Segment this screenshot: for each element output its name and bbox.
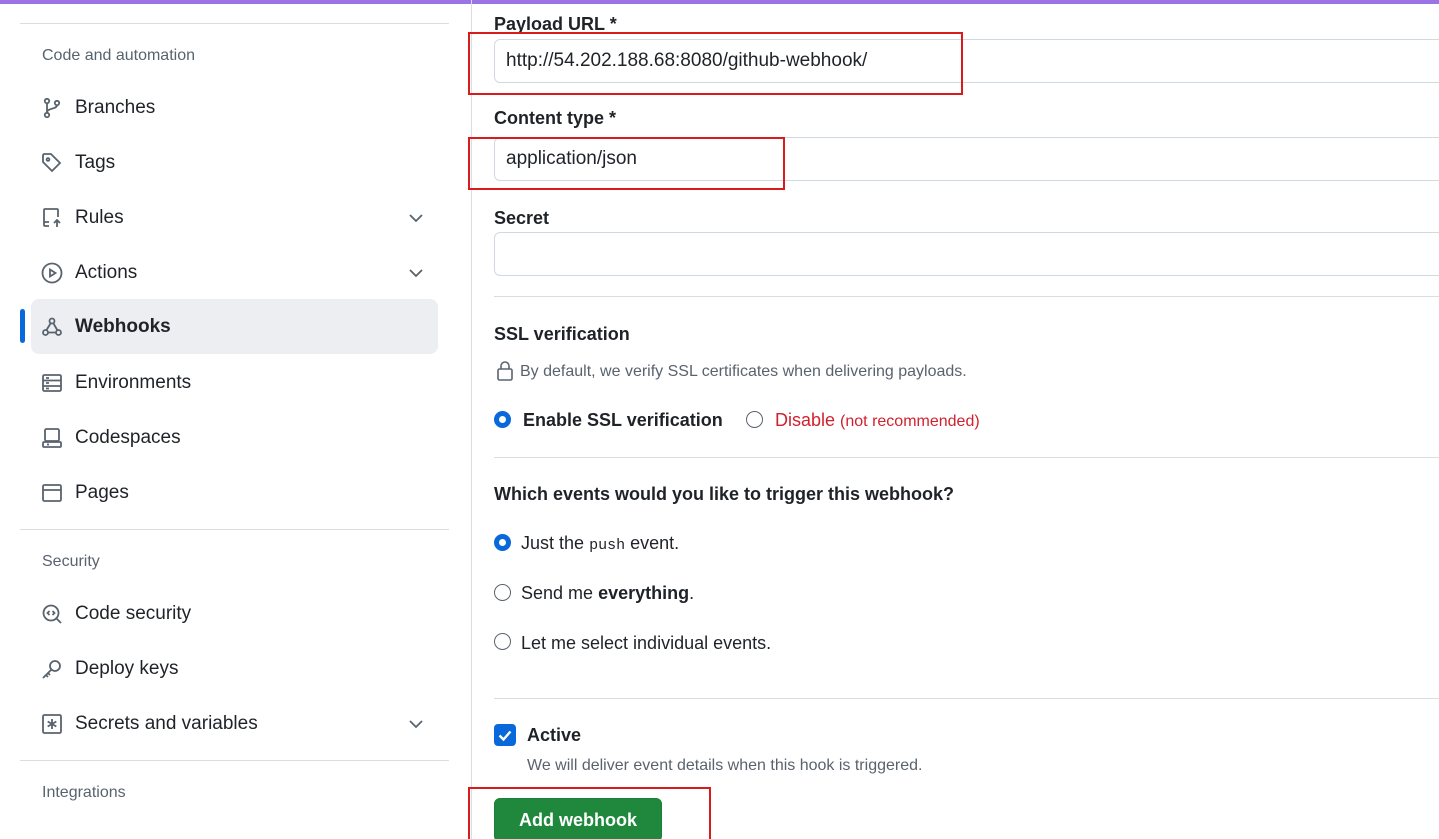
- sidebar-item-actions[interactable]: Actions: [31, 245, 438, 300]
- sidebar-item-branches[interactable]: Branches: [31, 80, 438, 135]
- ssl-heading: SSL verification: [494, 324, 630, 344]
- sidebar-item-label: Branches: [75, 96, 156, 118]
- active-checkbox[interactable]: [494, 724, 516, 746]
- events-push-label[interactable]: Just the push event.: [521, 533, 679, 554]
- sidebar-item-label: Codespaces: [75, 426, 181, 448]
- sidebar-item-label: Code security: [75, 602, 192, 624]
- section-divider: [494, 698, 1439, 699]
- content-type-label: Content type *: [494, 108, 617, 128]
- sidebar-item-webhooks[interactable]: Webhooks: [31, 299, 438, 354]
- sidebar-item-code-security[interactable]: Code security: [31, 586, 438, 641]
- events-push-radio[interactable]: [494, 534, 511, 551]
- play-icon: [40, 261, 64, 285]
- events-everything-text: .: [689, 583, 695, 603]
- lock-icon: [496, 360, 514, 382]
- events-push-text: Just the: [521, 533, 585, 553]
- secret-label: Secret: [494, 208, 550, 228]
- section-divider: [494, 296, 1439, 297]
- active-label[interactable]: Active: [527, 725, 581, 746]
- sidebar-divider: [20, 529, 449, 530]
- highlight-box: [468, 137, 785, 190]
- events-everything-radio[interactable]: [494, 584, 511, 601]
- tag-icon: [40, 151, 64, 175]
- ssl-enable-radio[interactable]: [494, 411, 511, 428]
- sidebar-item-environments[interactable]: Environments: [31, 355, 438, 410]
- ssl-note: By default, we verify SSL certificates w…: [520, 363, 967, 380]
- sidebar-item-codespaces[interactable]: Codespaces: [31, 410, 438, 465]
- events-heading: Which events would you like to trigger t…: [494, 484, 955, 504]
- sidebar-item-label: Secrets and variables: [75, 712, 258, 734]
- ssl-disable-label[interactable]: Disable (not recommended): [775, 410, 980, 431]
- sidebar-item-secrets-variables[interactable]: Secrets and variables: [31, 696, 438, 751]
- sidebar-heading-security: Security: [42, 553, 100, 570]
- sidebar-item-rules[interactable]: Rules: [31, 190, 438, 245]
- browser-icon: [40, 481, 64, 505]
- repo-push-icon: [40, 206, 64, 230]
- sidebar-heading-integrations: Integrations: [42, 784, 126, 801]
- highlight-box: [468, 787, 711, 839]
- webhook-form: Payload URL * http://54.202.188.68:8080/…: [468, 0, 1439, 839]
- check-icon: [498, 730, 512, 742]
- chevron-down-icon[interactable]: [406, 714, 426, 734]
- section-divider: [494, 457, 1439, 458]
- git-branch-icon: [40, 96, 64, 120]
- webhook-icon: [40, 315, 64, 339]
- events-everything-bold: everything: [598, 583, 690, 603]
- active-note: We will deliver event details when this …: [527, 757, 923, 774]
- sidebar-item-label: Environments: [75, 371, 192, 393]
- events-everything-label[interactable]: Send me everything.: [521, 583, 694, 604]
- secret-input[interactable]: [494, 232, 1439, 276]
- sidebar-item-label: Tags: [75, 151, 116, 173]
- sidebar-item-pages[interactable]: Pages: [31, 465, 438, 520]
- ssl-disable-radio[interactable]: [746, 411, 763, 428]
- sidebar-item-label: Rules: [75, 206, 124, 228]
- ssl-enable-label[interactable]: Enable SSL verification: [523, 410, 723, 431]
- codescan-icon: [40, 602, 64, 626]
- events-push-code: push: [589, 537, 626, 554]
- sidebar-item-label: Actions: [75, 261, 138, 283]
- events-everything-text: Send me: [521, 583, 594, 603]
- asterisk-icon: [40, 712, 64, 736]
- events-individual-radio[interactable]: [494, 633, 511, 650]
- active-indicator: [20, 309, 25, 343]
- key-icon: [40, 657, 64, 681]
- sidebar-divider: [20, 23, 449, 24]
- sidebar-heading-code-automation: Code and automation: [42, 47, 195, 64]
- sidebar-item-label: Deploy keys: [75, 657, 179, 679]
- ssl-disable-note: (not recommended): [840, 413, 980, 430]
- server-icon: [40, 371, 64, 395]
- settings-sidebar: Code and automation Branches Tags Rules …: [0, 0, 472, 839]
- sidebar-divider: [20, 760, 449, 761]
- sidebar-item-label: Webhooks: [75, 315, 171, 337]
- chevron-down-icon[interactable]: [406, 263, 426, 283]
- chevron-down-icon[interactable]: [406, 208, 426, 228]
- events-individual-label[interactable]: Let me select individual events.: [521, 633, 771, 654]
- ssl-disable-text: Disable: [775, 410, 836, 430]
- sidebar-item-deploy-keys[interactable]: Deploy keys: [31, 641, 438, 696]
- sidebar-item-label: Pages: [75, 481, 129, 503]
- events-push-text: event.: [630, 533, 680, 553]
- highlight-box: [468, 32, 963, 95]
- sidebar-item-tags[interactable]: Tags: [31, 135, 438, 190]
- codespaces-icon: [40, 426, 64, 450]
